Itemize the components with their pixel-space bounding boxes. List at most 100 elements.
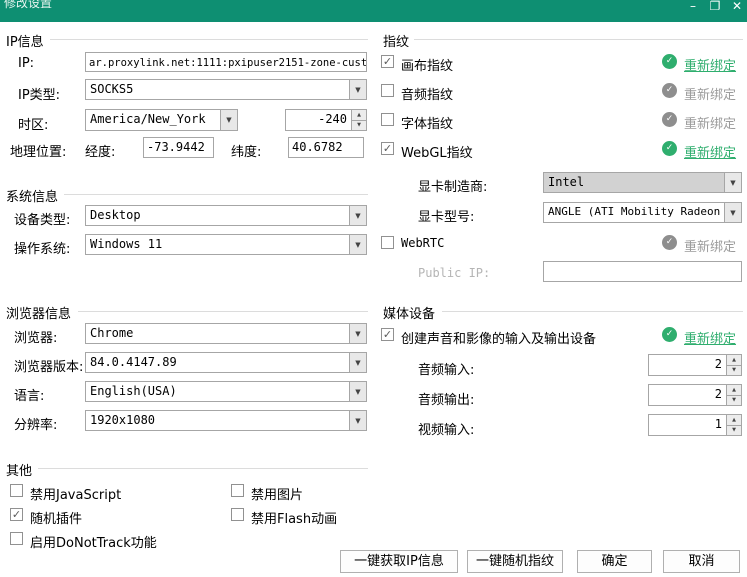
status-check-icon: ✓ (662, 112, 677, 127)
chevron-down-icon[interactable]: ▼ (349, 206, 366, 225)
spinner-up-icon[interactable]: ▲ (352, 110, 366, 121)
chevron-down-icon[interactable]: ▼ (220, 110, 237, 130)
disable-javascript-label: 禁用JavaScript (30, 484, 121, 503)
chevron-down-icon[interactable]: ▼ (724, 173, 741, 192)
spinner-down-icon[interactable]: ▼ (352, 121, 366, 131)
close-button[interactable]: ✕ (728, 0, 746, 15)
system-section-divider (64, 194, 368, 195)
timezone-value: America/New_York (86, 110, 220, 130)
video-input-stepper[interactable]: 1 ▲ ▼ (648, 414, 742, 436)
device-type-select[interactable]: Desktop ▼ (85, 205, 367, 226)
browser-version-select[interactable]: 84.0.4147.89 ▼ (85, 352, 367, 373)
video-input-label: 视频输入: (418, 419, 474, 438)
system-section-header: 系统信息 (6, 186, 58, 205)
browser-section-divider (78, 311, 368, 312)
webgl-rebind-link[interactable]: 重新绑定 (684, 142, 736, 161)
browser-label: 浏览器: (14, 327, 57, 346)
chevron-down-icon[interactable]: ▼ (349, 235, 366, 254)
other-section-divider (38, 468, 368, 469)
language-value: English(USA) (86, 382, 349, 401)
browser-select[interactable]: Chrome ▼ (85, 323, 367, 344)
disable-javascript-checkbox[interactable] (10, 484, 23, 497)
video-input-value[interactable]: 1 (649, 415, 726, 435)
ip-type-select[interactable]: SOCKS5 ▼ (85, 79, 367, 100)
ip-type-label: IP类型: (18, 84, 60, 103)
minimize-button[interactable]: – (684, 0, 702, 15)
language-label: 语言: (14, 385, 44, 404)
chevron-down-icon[interactable]: ▼ (349, 411, 366, 430)
audio-input-stepper[interactable]: 2 ▲ ▼ (648, 354, 742, 376)
random-fingerprint-button[interactable]: 一键随机指纹 (467, 550, 563, 573)
donottrack-checkbox[interactable] (10, 532, 23, 545)
chevron-down-icon[interactable]: ▼ (349, 80, 366, 99)
status-check-icon: ✓ (662, 235, 677, 250)
gpu-vendor-value: Intel (544, 173, 724, 192)
timezone-label: 时区: (18, 114, 48, 133)
spinner-down-icon[interactable]: ▼ (727, 426, 741, 436)
browser-value: Chrome (86, 324, 349, 343)
canvas-fingerprint-checkbox[interactable]: ✓ (381, 55, 394, 68)
timezone-select[interactable]: America/New_York ▼ (85, 109, 238, 131)
gpu-vendor-select[interactable]: Intel ▼ (543, 172, 742, 193)
latitude-input[interactable]: 40.6782 (288, 137, 364, 158)
chevron-down-icon[interactable]: ▼ (349, 353, 366, 372)
status-check-icon: ✓ (662, 141, 677, 156)
webrtc-checkbox[interactable] (381, 236, 394, 249)
audio-fingerprint-checkbox[interactable] (381, 84, 394, 97)
longitude-input[interactable]: -73.9442 (143, 137, 214, 158)
browser-version-value: 84.0.4147.89 (86, 353, 349, 372)
audio-rebind-link[interactable]: 重新绑定 (684, 84, 736, 103)
font-fingerprint-checkbox[interactable] (381, 113, 394, 126)
public-ip-input[interactable] (543, 261, 742, 282)
timezone-offset-value[interactable]: -240 (286, 110, 351, 130)
ip-type-value: SOCKS5 (86, 80, 349, 99)
disable-flash-checkbox[interactable] (231, 508, 244, 521)
audio-input-value[interactable]: 2 (649, 355, 726, 375)
audio-output-value[interactable]: 2 (649, 385, 726, 405)
cancel-button[interactable]: 取消 (663, 550, 740, 573)
webgl-fingerprint-label: WebGL指纹 (401, 142, 473, 161)
spinner-up-icon[interactable]: ▲ (727, 385, 741, 396)
gpu-model-select[interactable]: ANGLE (ATI Mobility Radeon H ▼ (543, 202, 742, 223)
ip-section-header: IP信息 (6, 31, 44, 50)
status-check-icon: ✓ (662, 54, 677, 69)
font-rebind-link[interactable]: 重新绑定 (684, 113, 736, 132)
canvas-rebind-link[interactable]: 重新绑定 (684, 55, 736, 74)
ip-label: IP: (18, 56, 34, 71)
ok-button[interactable]: 确定 (577, 550, 652, 573)
create-media-devices-checkbox[interactable]: ✓ (381, 328, 394, 341)
browser-section-header: 浏览器信息 (6, 303, 71, 322)
audio-output-stepper[interactable]: 2 ▲ ▼ (648, 384, 742, 406)
device-type-value: Desktop (86, 206, 349, 225)
audio-input-label: 音频输入: (418, 359, 474, 378)
get-ip-info-button[interactable]: 一键获取IP信息 (340, 550, 458, 573)
resolution-select[interactable]: 1920x1080 ▼ (85, 410, 367, 431)
disable-images-label: 禁用图片 (251, 484, 303, 503)
timezone-offset-stepper[interactable]: -240 ▲ ▼ (285, 109, 367, 131)
spinner-down-icon[interactable]: ▼ (727, 366, 741, 376)
spinner-up-icon[interactable]: ▲ (727, 415, 741, 426)
longitude-label: 经度: (85, 141, 115, 160)
spinner-up-icon[interactable]: ▲ (727, 355, 741, 366)
chevron-down-icon[interactable]: ▼ (349, 382, 366, 401)
status-check-icon: ✓ (662, 327, 677, 342)
font-fingerprint-label: 字体指纹 (401, 113, 453, 132)
spinner-down-icon[interactable]: ▼ (727, 396, 741, 406)
fingerprint-section-header: 指纹 (383, 31, 409, 50)
os-select[interactable]: Windows 11 ▼ (85, 234, 367, 255)
random-plugins-checkbox[interactable]: ✓ (10, 508, 23, 521)
webgl-fingerprint-checkbox[interactable]: ✓ (381, 142, 394, 155)
canvas-fingerprint-label: 画布指纹 (401, 55, 453, 74)
webrtc-rebind-link[interactable]: 重新绑定 (684, 236, 736, 255)
status-check-icon: ✓ (662, 83, 677, 98)
language-select[interactable]: English(USA) ▼ (85, 381, 367, 402)
other-section-header: 其他 (6, 460, 32, 479)
titlebar: 修改设置 – ❐ ✕ (0, 0, 747, 22)
donottrack-label: 启用DoNotTrack功能 (30, 532, 157, 551)
chevron-down-icon[interactable]: ▼ (724, 203, 741, 222)
maximize-button[interactable]: ❐ (706, 0, 724, 15)
chevron-down-icon[interactable]: ▼ (349, 324, 366, 343)
disable-images-checkbox[interactable] (231, 484, 244, 497)
media-rebind-link[interactable]: 重新绑定 (684, 328, 736, 347)
ip-input[interactable]: ar.proxylink.net:1111:pxipuser2151-zone-… (85, 52, 367, 72)
